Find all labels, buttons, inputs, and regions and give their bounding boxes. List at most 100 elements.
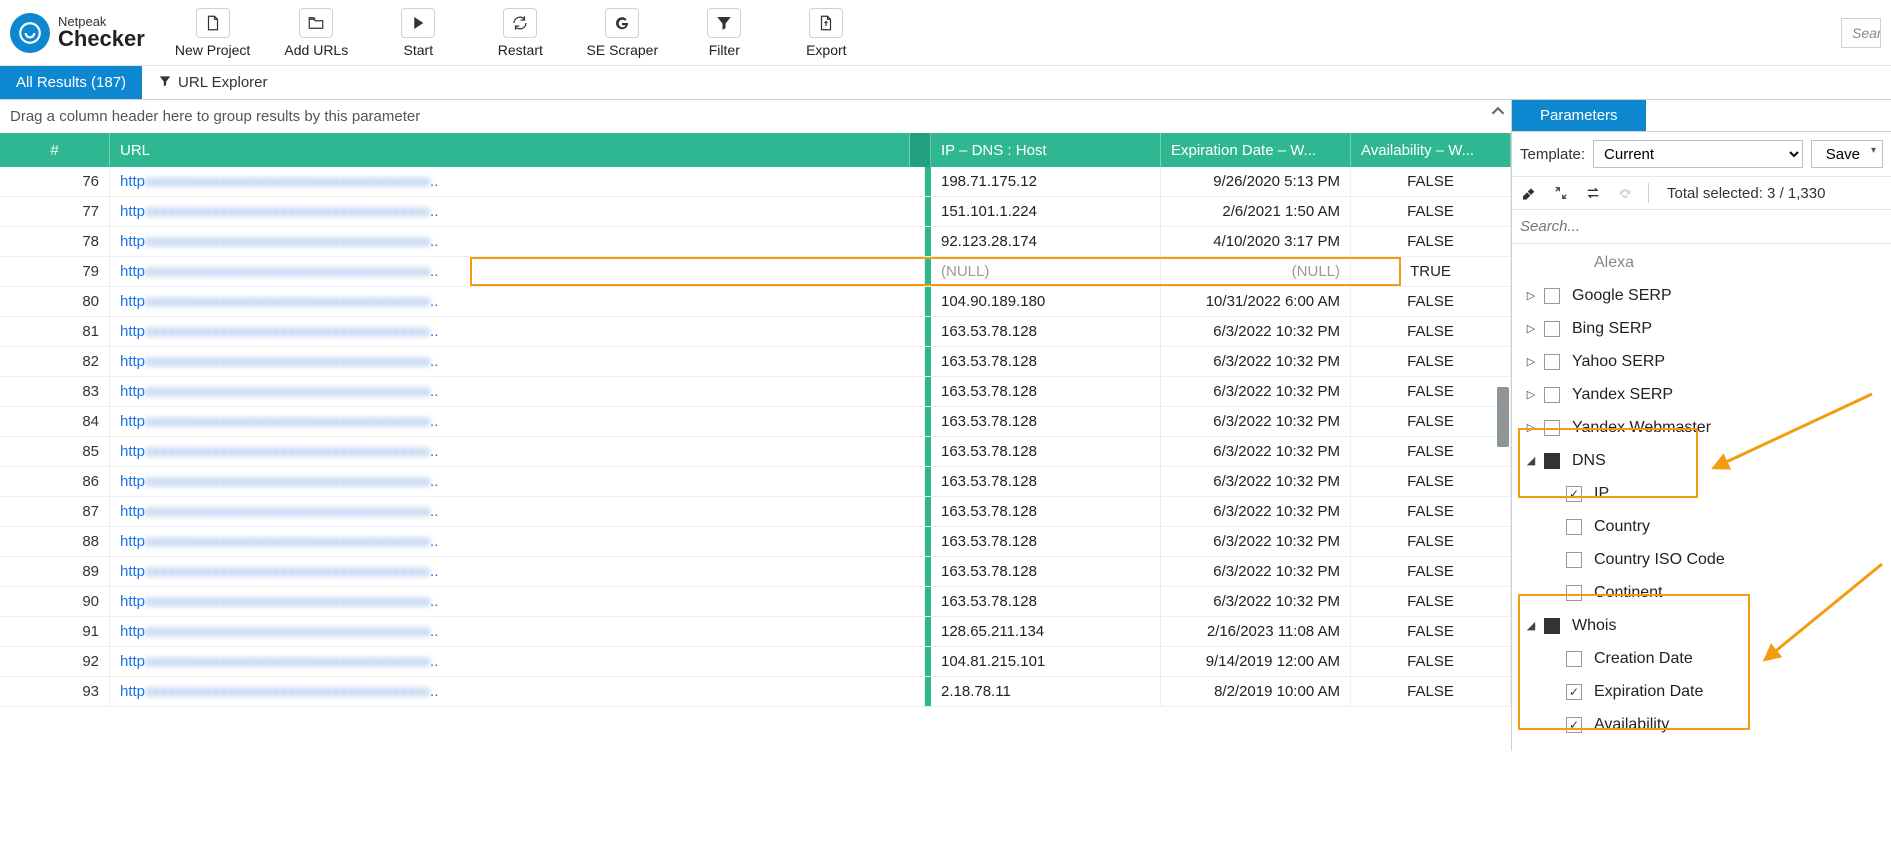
cell-url[interactable]: httpxxxxxxxxxxxxxxxxxxxxxxxxxxxxxxxxxxxx…: [110, 317, 925, 346]
tree-yahoo-serp[interactable]: ▷Yahoo SERP: [1518, 345, 1891, 378]
expand-icon[interactable]: ▷: [1524, 388, 1538, 401]
tree-whois-availability[interactable]: Availability: [1518, 708, 1891, 741]
cell-url[interactable]: httpxxxxxxxxxxxxxxxxxxxxxxxxxxxxxxxxxxxx…: [110, 647, 925, 676]
cell-url[interactable]: httpxxxxxxxxxxxxxxxxxxxxxxxxxxxxxxxxxxxx…: [110, 677, 925, 706]
expand-icon[interactable]: ▷: [1524, 289, 1538, 302]
cell-url[interactable]: httpxxxxxxxxxxxxxxxxxxxxxxxxxxxxxxxxxxxx…: [110, 347, 925, 376]
table-row[interactable]: 89httpxxxxxxxxxxxxxxxxxxxxxxxxxxxxxxxxxx…: [0, 557, 1511, 587]
table-row[interactable]: 83httpxxxxxxxxxxxxxxxxxxxxxxxxxxxxxxxxxx…: [0, 377, 1511, 407]
parameters-search-input[interactable]: [1520, 212, 1883, 241]
tab-parameters[interactable]: Parameters: [1512, 100, 1646, 131]
checkbox[interactable]: [1544, 618, 1560, 634]
start-button[interactable]: Start: [382, 8, 454, 58]
tree-bing-serp[interactable]: ▷Bing SERP: [1518, 312, 1891, 345]
tab-url-explorer[interactable]: URL Explorer: [142, 66, 283, 99]
col-index[interactable]: #: [0, 133, 110, 167]
checkbox[interactable]: [1544, 453, 1560, 469]
col-availability[interactable]: Availability – W...: [1351, 133, 1511, 167]
checkbox[interactable]: [1566, 519, 1582, 535]
table-row[interactable]: 93httpxxxxxxxxxxxxxxxxxxxxxxxxxxxxxxxxxx…: [0, 677, 1511, 707]
cell-url[interactable]: httpxxxxxxxxxxxxxxxxxxxxxxxxxxxxxxxxxxxx…: [110, 527, 925, 556]
cell-url[interactable]: httpxxxxxxxxxxxxxxxxxxxxxxxxxxxxxxxxxxxx…: [110, 437, 925, 466]
add-urls-button[interactable]: Add URLs: [280, 8, 352, 58]
table-row[interactable]: 79httpxxxxxxxxxxxxxxxxxxxxxxxxxxxxxxxxxx…: [0, 257, 1511, 287]
tree-alexa[interactable]: Alexa: [1518, 246, 1891, 279]
tree-yandex-webmaster[interactable]: ▷Yandex Webmaster: [1518, 411, 1891, 444]
tree-dns[interactable]: ◢DNS: [1518, 444, 1891, 477]
expand-icon[interactable]: ▷: [1524, 322, 1538, 335]
checkbox[interactable]: [1544, 288, 1560, 304]
toolbar-search[interactable]: Searcl: [1841, 18, 1881, 48]
table-row[interactable]: 82httpxxxxxxxxxxxxxxxxxxxxxxxxxxxxxxxxxx…: [0, 347, 1511, 377]
cell-url[interactable]: httpxxxxxxxxxxxxxxxxxxxxxxxxxxxxxxxxxxxx…: [110, 617, 925, 646]
expand-icon[interactable]: ▷: [1524, 355, 1538, 368]
tab-all-results[interactable]: All Results (187): [0, 66, 142, 99]
tree-dns-country[interactable]: Country: [1518, 510, 1891, 543]
cell-url[interactable]: httpxxxxxxxxxxxxxxxxxxxxxxxxxxxxxxxxxxxx…: [110, 587, 925, 616]
checkbox[interactable]: [1544, 354, 1560, 370]
expand-icon[interactable]: ◢: [1524, 454, 1538, 467]
cell-url[interactable]: httpxxxxxxxxxxxxxxxxxxxxxxxxxxxxxxxxxxxx…: [110, 407, 925, 436]
scrollbar-thumb[interactable]: [1497, 387, 1509, 447]
table-row[interactable]: 85httpxxxxxxxxxxxxxxxxxxxxxxxxxxxxxxxxxx…: [0, 437, 1511, 467]
cell-url[interactable]: httpxxxxxxxxxxxxxxxxxxxxxxxxxxxxxxxxxxxx…: [110, 287, 925, 316]
template-select[interactable]: Current: [1593, 140, 1803, 168]
table-row[interactable]: 78httpxxxxxxxxxxxxxxxxxxxxxxxxxxxxxxxxxx…: [0, 227, 1511, 257]
group-by-bar[interactable]: Drag a column header here to group resul…: [0, 100, 1511, 133]
tree-google-serp[interactable]: ▷Google SERP: [1518, 279, 1891, 312]
expand-icon[interactable]: ◢: [1524, 619, 1538, 632]
table-row[interactable]: 92httpxxxxxxxxxxxxxxxxxxxxxxxxxxxxxxxxxx…: [0, 647, 1511, 677]
tree-whois-expiration-date[interactable]: Expiration Date: [1518, 675, 1891, 708]
checkbox[interactable]: [1566, 651, 1582, 667]
tree-whois-creation-date[interactable]: Creation Date: [1518, 642, 1891, 675]
table-row[interactable]: 77httpxxxxxxxxxxxxxxxxxxxxxxxxxxxxxxxxxx…: [0, 197, 1511, 227]
checkbox[interactable]: [1566, 585, 1582, 601]
table-row[interactable]: 86httpxxxxxxxxxxxxxxxxxxxxxxxxxxxxxxxxxx…: [0, 467, 1511, 497]
cell-index: 85: [0, 437, 110, 466]
tree-dns-continent[interactable]: Continent: [1518, 576, 1891, 609]
table-row[interactable]: 88httpxxxxxxxxxxxxxxxxxxxxxxxxxxxxxxxxxx…: [0, 527, 1511, 557]
filter-button[interactable]: Filter: [688, 8, 760, 58]
checkbox[interactable]: [1544, 387, 1560, 403]
table-row[interactable]: 87httpxxxxxxxxxxxxxxxxxxxxxxxxxxxxxxxxxx…: [0, 497, 1511, 527]
cell-url[interactable]: httpxxxxxxxxxxxxxxxxxxxxxxxxxxxxxxxxxxxx…: [110, 497, 925, 526]
table-row[interactable]: 76httpxxxxxxxxxxxxxxxxxxxxxxxxxxxxxxxxxx…: [0, 167, 1511, 197]
checkbox[interactable]: [1544, 420, 1560, 436]
tree-whois[interactable]: ◢Whois: [1518, 609, 1891, 642]
export-button[interactable]: Export: [790, 8, 862, 58]
redo-icon[interactable]: [1616, 184, 1634, 202]
new-project-button[interactable]: New Project: [175, 8, 250, 58]
expand-icon[interactable]: ▷: [1524, 421, 1538, 434]
col-expiration[interactable]: Expiration Date – W...: [1161, 133, 1351, 167]
table-row[interactable]: 80httpxxxxxxxxxxxxxxxxxxxxxxxxxxxxxxxxxx…: [0, 287, 1511, 317]
se-scraper-button[interactable]: SE Scraper: [586, 8, 658, 58]
restart-button[interactable]: Restart: [484, 8, 556, 58]
collapse-caret-icon[interactable]: [1491, 104, 1505, 118]
table-row[interactable]: 81httpxxxxxxxxxxxxxxxxxxxxxxxxxxxxxxxxxx…: [0, 317, 1511, 347]
collapse-icon[interactable]: [1552, 184, 1570, 202]
col-ip[interactable]: IP – DNS : Host: [931, 133, 1161, 167]
checkbox[interactable]: [1566, 552, 1582, 568]
cell-url[interactable]: httpxxxxxxxxxxxxxxxxxxxxxxxxxxxxxxxxxxxx…: [110, 197, 925, 226]
cell-url[interactable]: httpxxxxxxxxxxxxxxxxxxxxxxxxxxxxxxxxxxxx…: [110, 227, 925, 256]
tree-yandex-serp[interactable]: ▷Yandex SERP: [1518, 378, 1891, 411]
table-row[interactable]: 91httpxxxxxxxxxxxxxxxxxxxxxxxxxxxxxxxxxx…: [0, 617, 1511, 647]
cell-url[interactable]: httpxxxxxxxxxxxxxxxxxxxxxxxxxxxxxxxxxxxx…: [110, 167, 925, 196]
cell-url[interactable]: httpxxxxxxxxxxxxxxxxxxxxxxxxxxxxxxxxxxxx…: [110, 557, 925, 586]
swap-icon[interactable]: [1584, 184, 1602, 202]
tree-dns-country-iso-code[interactable]: Country ISO Code: [1518, 543, 1891, 576]
checkbox[interactable]: [1566, 684, 1582, 700]
cell-url[interactable]: httpxxxxxxxxxxxxxxxxxxxxxxxxxxxxxxxxxxxx…: [110, 257, 925, 286]
col-url[interactable]: URL: [110, 133, 910, 167]
cell-expiration: 8/2/2019 10:00 AM: [1161, 677, 1351, 706]
checkbox[interactable]: [1544, 321, 1560, 337]
table-row[interactable]: 90httpxxxxxxxxxxxxxxxxxxxxxxxxxxxxxxxxxx…: [0, 587, 1511, 617]
eraser-icon[interactable]: [1520, 184, 1538, 202]
checkbox[interactable]: [1566, 486, 1582, 502]
cell-url[interactable]: httpxxxxxxxxxxxxxxxxxxxxxxxxxxxxxxxxxxxx…: [110, 377, 925, 406]
cell-url[interactable]: httpxxxxxxxxxxxxxxxxxxxxxxxxxxxxxxxxxxxx…: [110, 467, 925, 496]
checkbox[interactable]: [1566, 717, 1582, 733]
table-row[interactable]: 84httpxxxxxxxxxxxxxxxxxxxxxxxxxxxxxxxxxx…: [0, 407, 1511, 437]
save-button[interactable]: Save: [1811, 140, 1883, 168]
tree-dns-ip[interactable]: IP: [1518, 477, 1891, 510]
